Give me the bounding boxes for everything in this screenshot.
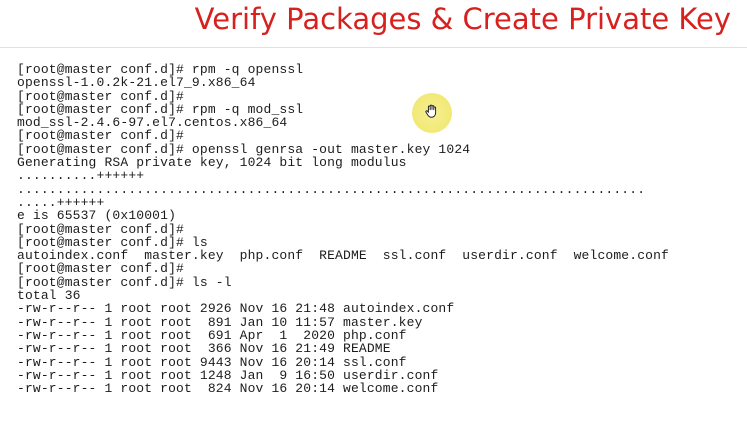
terminal-line: -rw-r--r-- 1 root root 891 Jan 10 11:57 … bbox=[17, 314, 423, 330]
terminal-line: autoindex.conf master.key php.conf READM… bbox=[17, 248, 670, 264]
terminal-line: [root@master conf.d]# bbox=[17, 88, 184, 104]
terminal-line: [root@master conf.d]# rpm -q mod_ssl bbox=[17, 101, 304, 117]
slide-title: Verify Packages & Create Private Key bbox=[194, 2, 731, 36]
terminal-line: [root@master conf.d]# ls bbox=[17, 234, 208, 250]
terminal-line: -rw-r--r-- 1 root root 824 Nov 16 20:14 … bbox=[17, 381, 439, 397]
terminal-line: -rw-r--r-- 1 root root 9443 Nov 16 20:14… bbox=[17, 354, 407, 370]
terminal-line: ........................................… bbox=[17, 181, 646, 197]
terminal-line: -rw-r--r-- 1 root root 2926 Nov 16 21:48… bbox=[17, 301, 455, 317]
terminal-line: e is 65537 (0x10001) bbox=[17, 208, 177, 224]
terminal-line: openssl-1.0.2k-21.el7_9.x86_64 bbox=[17, 75, 256, 91]
terminal-line: [root@master conf.d]# bbox=[17, 128, 184, 144]
terminal-line: -rw-r--r-- 1 root root 1248 Jan 9 16:50 … bbox=[17, 367, 439, 383]
terminal-line: .....++++++ bbox=[17, 194, 105, 210]
terminal-line: [root@master conf.d]# openssl genrsa -ou… bbox=[17, 141, 471, 157]
terminal-line: total 36 bbox=[17, 288, 81, 304]
terminal-output[interactable]: [root@master conf.d]# rpm -q openssl ope… bbox=[17, 63, 737, 443]
terminal-line: -rw-r--r-- 1 root root 366 Nov 16 21:49 … bbox=[17, 341, 391, 357]
title-divider bbox=[0, 47, 747, 48]
terminal-line: [root@master conf.d]# bbox=[17, 221, 184, 237]
terminal-line: ..........++++++ bbox=[17, 168, 145, 184]
terminal-line: [root@master conf.d]# ls -l bbox=[17, 274, 232, 290]
terminal-line: Generating RSA private key, 1024 bit lon… bbox=[17, 155, 407, 171]
terminal-line: mod_ssl-2.4.6-97.el7.centos.x86_64 bbox=[17, 115, 288, 131]
hand-grab-icon bbox=[423, 102, 441, 125]
terminal-line: [root@master conf.d]# bbox=[17, 261, 184, 277]
cursor-highlight bbox=[412, 93, 452, 133]
terminal-line: [root@master conf.d]# rpm -q openssl bbox=[17, 63, 304, 77]
terminal-line: -rw-r--r-- 1 root root 691 Apr 1 2020 ph… bbox=[17, 327, 407, 343]
